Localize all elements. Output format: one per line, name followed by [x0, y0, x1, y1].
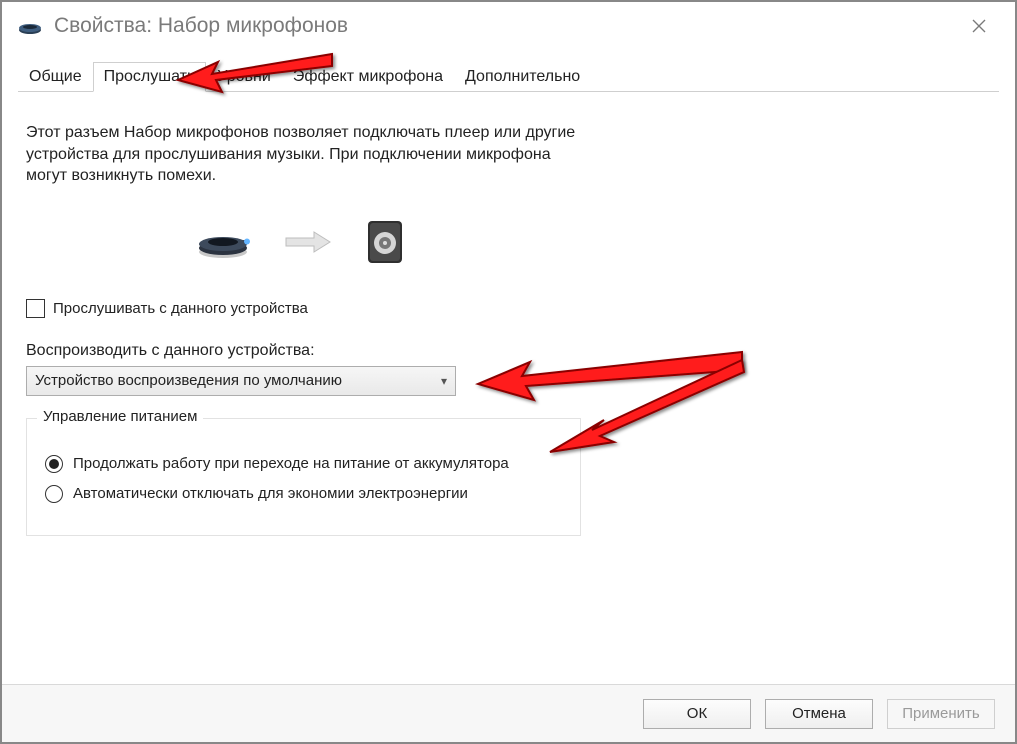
close-button[interactable] — [949, 6, 1009, 46]
listen-checkbox[interactable] — [26, 299, 45, 318]
radio-continue-on-battery[interactable]: Продолжать работу при переходе на питани… — [45, 455, 562, 473]
ok-button[interactable]: ОК — [643, 699, 751, 729]
microphone-base-icon — [196, 224, 250, 264]
device-icon — [18, 18, 42, 34]
apply-button[interactable]: Применить — [887, 699, 995, 729]
radio-auto-off[interactable]: Автоматически отключать для экономии эле… — [45, 485, 562, 503]
playback-device-select[interactable]: Устройство воспроизведения по умолчанию … — [26, 366, 456, 396]
dialog-button-bar: ОК Отмена Применить — [2, 684, 1015, 742]
tab-listen[interactable]: Прослушать — [93, 62, 207, 92]
playback-device-label: Воспроизводить с данного устройства: — [26, 342, 991, 360]
radio-auto-off-label: Автоматически отключать для экономии эле… — [73, 485, 468, 502]
tab-general[interactable]: Общие — [18, 62, 93, 92]
tab-mic-effect[interactable]: Эффект микрофона — [282, 62, 454, 92]
cancel-button[interactable]: Отмена — [765, 699, 873, 729]
signal-diagram — [196, 219, 991, 269]
titlebar: Свойства: Набор микрофонов — [2, 2, 1015, 50]
chevron-down-icon: ▾ — [441, 374, 447, 388]
close-icon — [971, 18, 987, 34]
listen-checkbox-row[interactable]: Прослушивать с данного устройства — [26, 299, 991, 318]
window-title: Свойства: Набор микрофонов — [54, 14, 348, 38]
properties-dialog: Свойства: Набор микрофонов Общие Прослуш… — [0, 0, 1017, 744]
power-management-legend: Управление питанием — [37, 408, 203, 425]
speaker-icon — [366, 219, 406, 269]
tab-levels[interactable]: Уровни — [206, 62, 282, 92]
listen-description: Этот разъем Набор микрофонов позволяет п… — [26, 122, 586, 187]
radio-auto-off-indicator[interactable] — [45, 485, 63, 503]
listen-checkbox-label: Прослушивать с данного устройства — [53, 300, 308, 317]
tab-strip: Общие Прослушать Уровни Эффект микрофона… — [18, 62, 999, 92]
playback-device-value: Устройство воспроизведения по умолчанию — [35, 372, 342, 389]
tab-content-listen: Этот разъем Набор микрофонов позволяет п… — [2, 92, 1015, 536]
radio-continue-indicator[interactable] — [45, 455, 63, 473]
power-management-group: Управление питанием Продолжать работу пр… — [26, 418, 581, 536]
tab-advanced[interactable]: Дополнительно — [454, 62, 591, 92]
radio-continue-label: Продолжать работу при переходе на питани… — [73, 455, 509, 472]
arrow-right-icon — [284, 230, 332, 258]
